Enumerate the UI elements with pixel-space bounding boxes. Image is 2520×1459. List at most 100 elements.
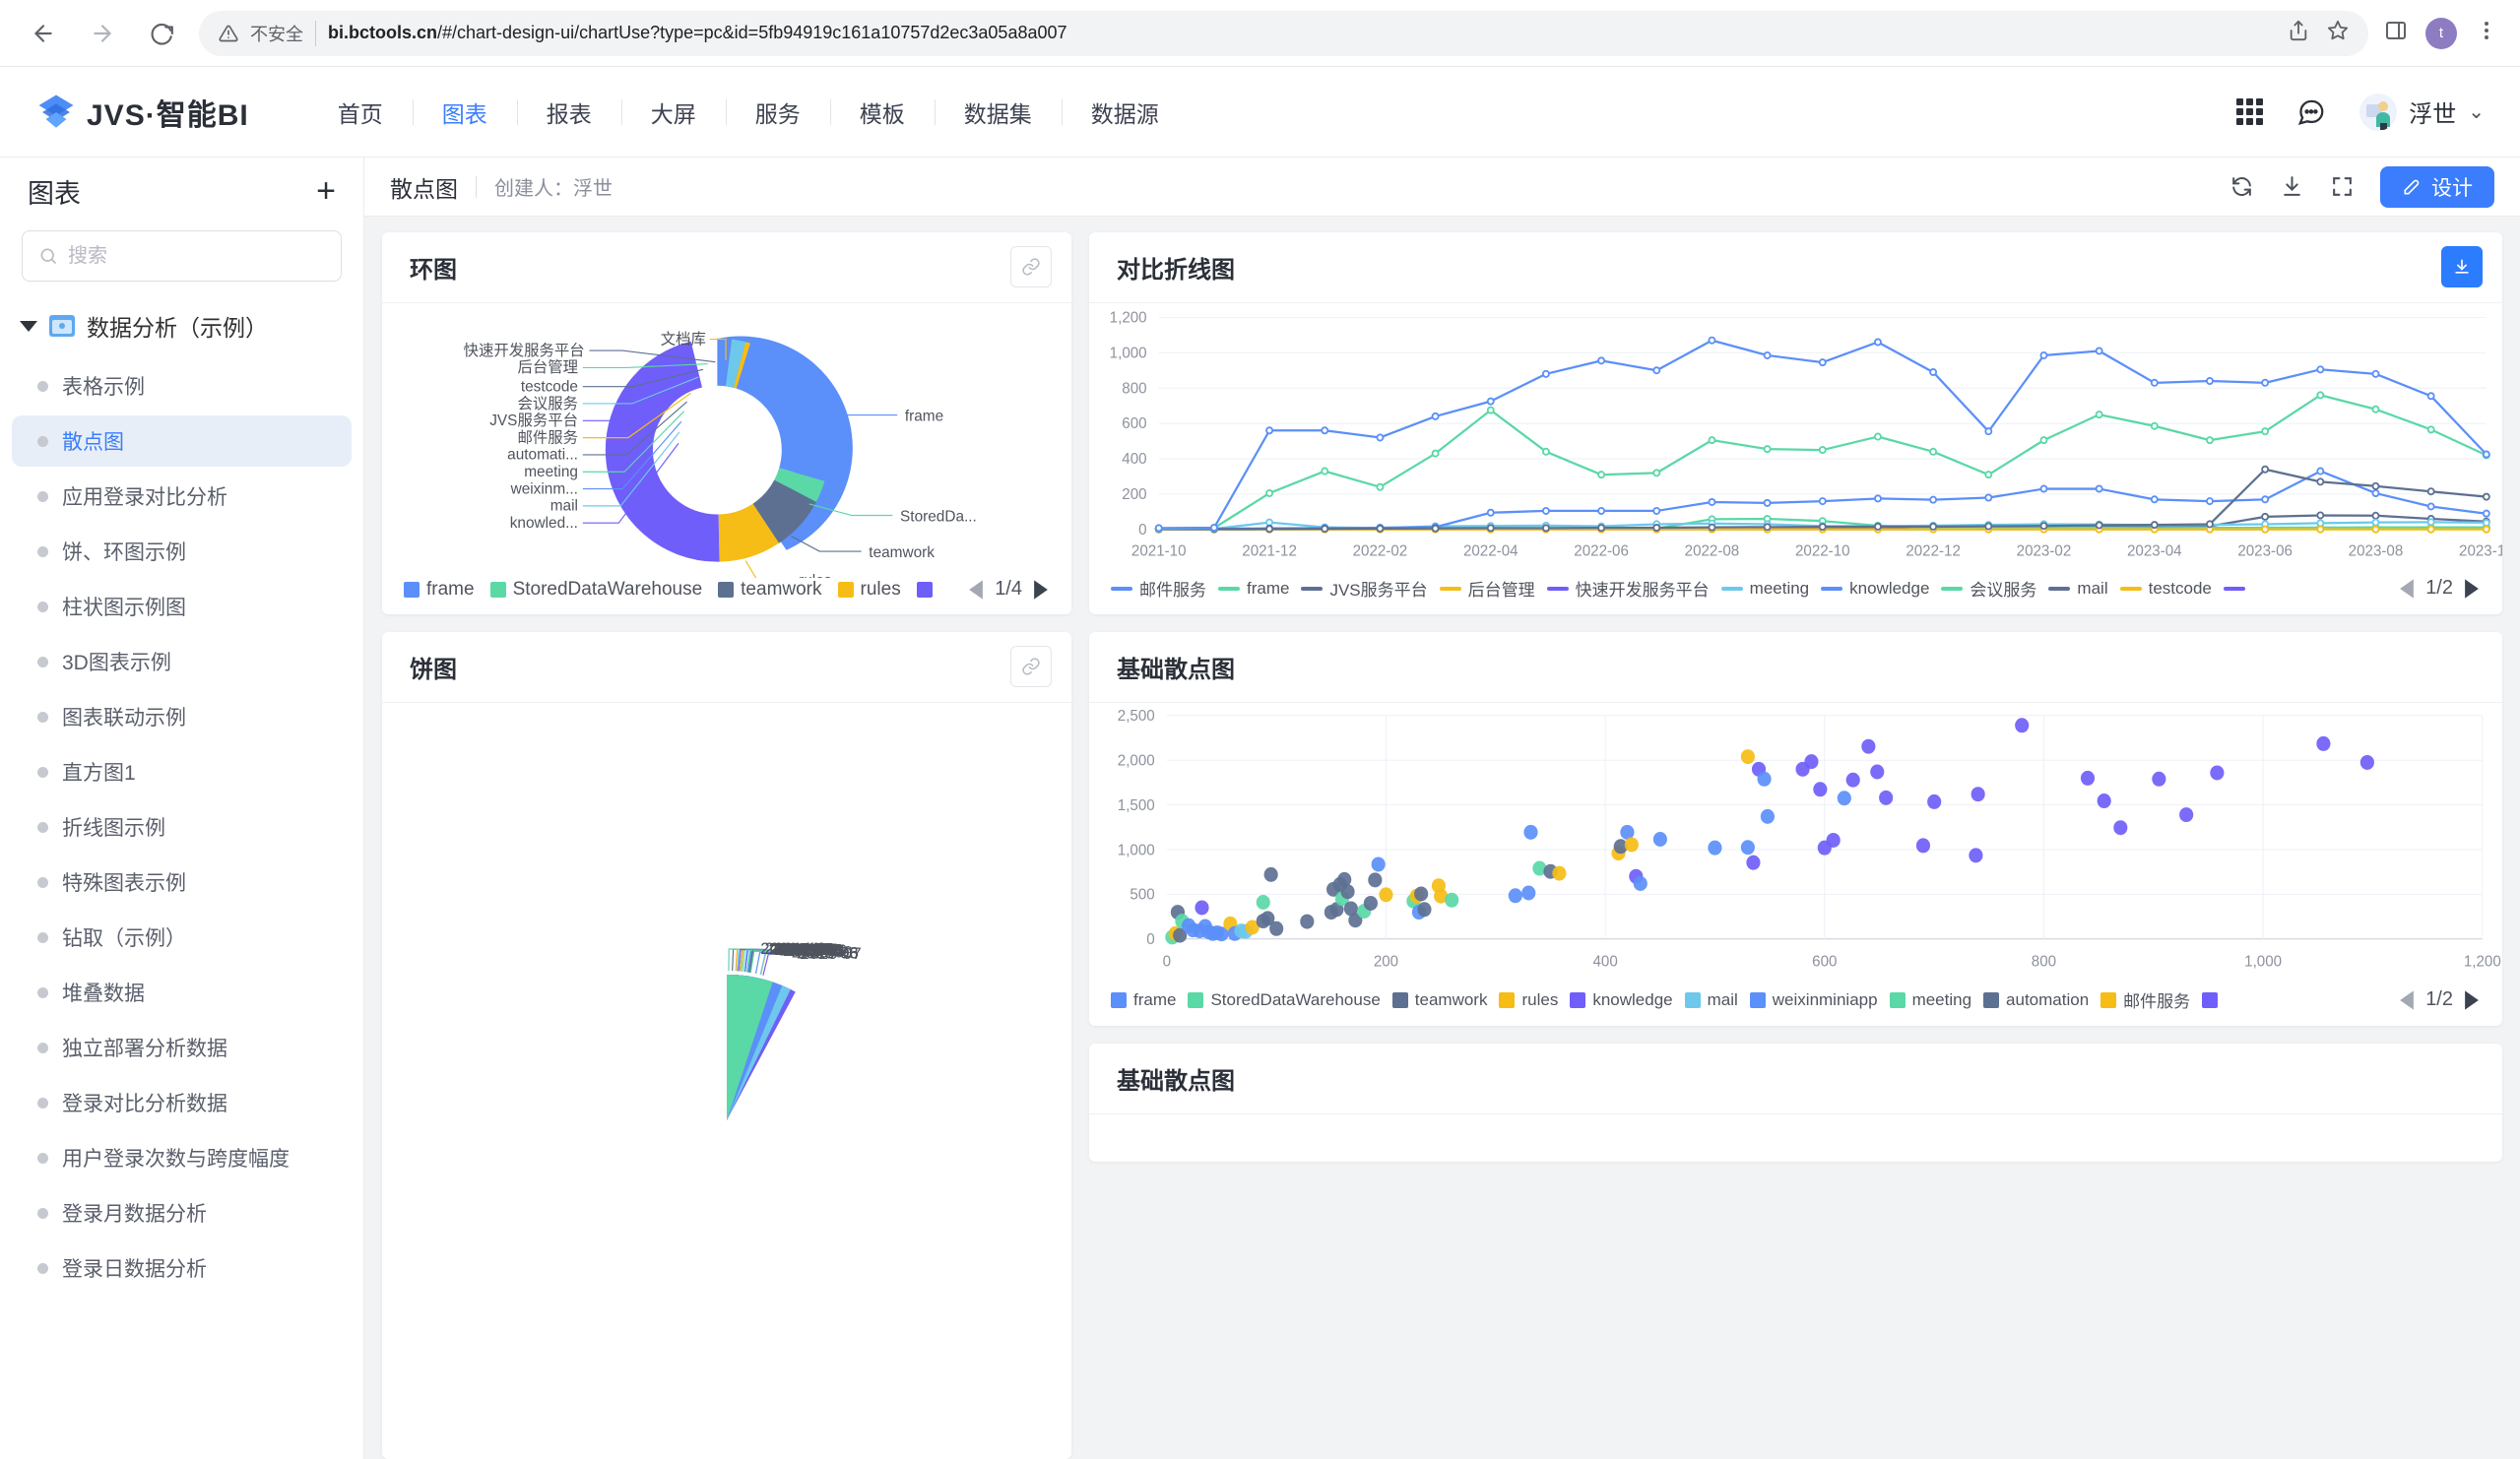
scatter-point[interactable] <box>1927 794 1941 809</box>
scatter-chart-svg[interactable]: 05001,0001,5002,0002,500 02004006008001,… <box>1089 703 2502 987</box>
legend-item[interactable]: StoredDataWarehouse <box>490 579 703 601</box>
legend-item[interactable]: teamwork <box>1392 990 1488 1010</box>
next-page-icon[interactable] <box>2463 989 2481 1011</box>
sidebar-item-login-compare-data[interactable]: 登录对比分析数据 <box>12 1077 352 1128</box>
scatter-point[interactable] <box>1804 754 1818 769</box>
scatter-point[interactable] <box>2316 736 2330 751</box>
profile-avatar[interactable]: t <box>2425 18 2457 49</box>
nav-item-reports[interactable]: 报表 <box>517 95 621 129</box>
next-page-icon[interactable] <box>1032 579 1050 601</box>
sidebar-item-pie-donut[interactable]: 饼、环图示例 <box>12 526 352 577</box>
download-icon[interactable] <box>2280 174 2304 199</box>
scatter-point[interactable] <box>1653 832 1667 847</box>
address-bar[interactable]: 不安全 bi.bctools.cn/#/chart-design-ui/char… <box>199 11 2368 56</box>
legend-item[interactable]: 会议服务 <box>1941 576 2036 601</box>
scatter-point[interactable] <box>1257 895 1270 910</box>
scatter-point[interactable] <box>1625 837 1639 852</box>
scatter-point[interactable] <box>1813 782 1827 796</box>
scatter-point[interactable] <box>1746 856 1760 870</box>
scatter-point[interactable] <box>2098 793 2111 808</box>
legend-item[interactable]: frame <box>1218 579 1289 599</box>
sidebar-item-stacked-data[interactable]: 堆叠数据 <box>12 967 352 1018</box>
fullscreen-icon[interactable] <box>2330 174 2355 199</box>
line-chart-svg[interactable]: 02004006008001,0001,200 2021-102021-1220… <box>1089 303 2502 576</box>
legend-item[interactable]: teamwork <box>718 579 821 601</box>
scatter-point[interactable] <box>1552 866 1566 881</box>
nav-item-service[interactable]: 服务 <box>726 95 830 129</box>
scatter-point[interactable] <box>2360 755 2374 770</box>
sidepanel-icon[interactable] <box>2384 19 2408 47</box>
legend-item[interactable]: meeting <box>1721 579 1809 599</box>
link-chart-icon[interactable] <box>1010 246 1052 287</box>
sidebar-item-scatter[interactable]: 散点图 <box>12 415 352 467</box>
scatter-point[interactable] <box>1870 765 1884 780</box>
legend-item-overflow[interactable] <box>2224 587 2245 591</box>
nav-item-home[interactable]: 首页 <box>308 95 413 129</box>
sidebar-item-login-compare[interactable]: 应用登录对比分析 <box>12 471 352 522</box>
sidebar-item-table-demo[interactable]: 表格示例 <box>12 360 352 412</box>
legend-item[interactable]: weixinminiapp <box>1750 990 1878 1010</box>
scatter-point[interactable] <box>2210 765 2224 780</box>
scatter-point[interactable] <box>1741 749 1755 764</box>
legend-item[interactable]: frame <box>1111 990 1176 1010</box>
scatter-point[interactable] <box>1523 825 1537 840</box>
legend-item[interactable]: mail <box>2048 579 2107 599</box>
legend-item[interactable]: 邮件服务 <box>2100 987 2190 1012</box>
legend-item[interactable]: knowledge <box>1821 579 1929 599</box>
scatter-point[interactable] <box>1379 887 1392 902</box>
scatter-point[interactable] <box>1340 884 1354 899</box>
add-chart-button[interactable]: + <box>316 174 336 208</box>
sidebar-item-bar-demo[interactable]: 柱状图示例图 <box>12 581 352 632</box>
bookmark-star-icon[interactable] <box>2327 20 2349 46</box>
sidebar-item-login-daily[interactable]: 登录日数据分析 <box>12 1242 352 1294</box>
scatter-point[interactable] <box>1521 885 1535 900</box>
pie-chart-svg[interactable]: 2021-102021-112021-122022-012022-022022-… <box>382 703 1071 1459</box>
scatter-point[interactable] <box>1445 893 1458 908</box>
scatter-point[interactable] <box>1368 872 1382 887</box>
nav-item-template[interactable]: 模板 <box>830 95 935 129</box>
brand[interactable]: JVS·智能BI <box>35 91 249 134</box>
scatter-point[interactable] <box>1741 840 1755 855</box>
scatter-point[interactable] <box>1300 915 1314 929</box>
download-chart-icon[interactable] <box>2441 246 2483 287</box>
scatter-point[interactable] <box>1879 791 1893 805</box>
scatter-point[interactable] <box>1838 791 1851 805</box>
back-icon[interactable] <box>22 12 65 55</box>
link-chart-icon[interactable] <box>1010 646 1052 687</box>
legend-item[interactable]: StoredDataWarehouse <box>1188 990 1380 1010</box>
scatter-point[interactable] <box>1372 856 1386 871</box>
search-box[interactable] <box>22 230 342 282</box>
scatter-point[interactable] <box>1969 848 1982 862</box>
legend-item[interactable]: rules <box>1499 990 1558 1010</box>
scatter-point[interactable] <box>1757 772 1771 787</box>
scatter-point[interactable] <box>1846 773 1860 788</box>
scatter-point[interactable] <box>1971 787 1985 801</box>
legend-item[interactable]: 快速开发服务平台 <box>1547 576 1710 601</box>
scatter-point[interactable] <box>1195 900 1208 915</box>
chevron-down-icon[interactable] <box>20 321 37 332</box>
legend-item[interactable]: 后台管理 <box>1440 576 1535 601</box>
message-bubble-icon[interactable] <box>2296 97 2326 127</box>
user-menu[interactable]: 浮世 ⌄ <box>2359 94 2485 131</box>
scatter-point[interactable] <box>1861 739 1875 754</box>
legend-item[interactable]: 邮件服务 <box>1111 576 1206 601</box>
prev-page-icon[interactable] <box>2398 578 2416 600</box>
scatter-point[interactable] <box>2152 772 2165 787</box>
scatter-point[interactable] <box>1916 838 1930 853</box>
share-icon[interactable] <box>2288 20 2309 46</box>
sidebar-item-linkage-demo[interactable]: 图表联动示例 <box>12 691 352 742</box>
forward-icon[interactable] <box>81 12 124 55</box>
reload-icon[interactable] <box>140 12 183 55</box>
scatter-point[interactable] <box>1417 902 1431 917</box>
scatter-point[interactable] <box>1634 876 1648 891</box>
scatter-point[interactable] <box>2081 771 2095 786</box>
scatter-point[interactable] <box>1761 809 1775 824</box>
scatter-point[interactable] <box>2113 820 2127 835</box>
legend-item[interactable]: testcode <box>2120 579 2212 599</box>
prev-page-icon[interactable] <box>2398 989 2416 1011</box>
next-page-icon[interactable] <box>2463 578 2481 600</box>
apps-grid-icon[interactable] <box>2236 98 2263 125</box>
scatter-point[interactable] <box>1708 841 1721 856</box>
legend-item[interactable]: mail <box>1685 990 1738 1010</box>
scatter-point[interactable] <box>1264 867 1278 882</box>
